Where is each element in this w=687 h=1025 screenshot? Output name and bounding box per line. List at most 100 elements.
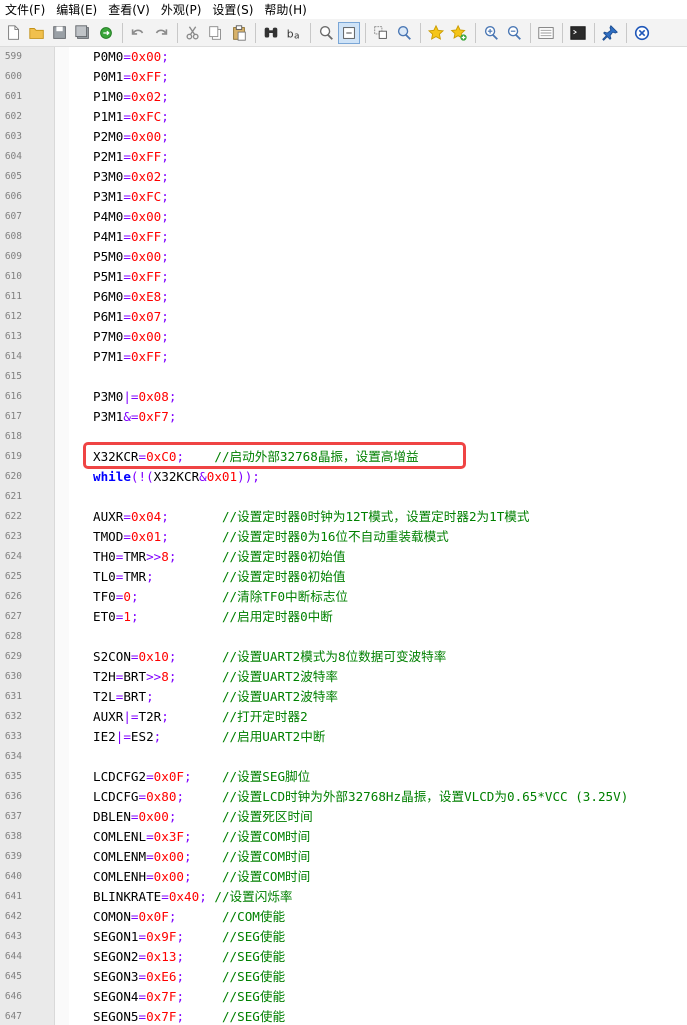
code-line[interactable]: 614 P7M1=0xFF;: [0, 347, 687, 367]
redo-button[interactable]: [150, 22, 172, 44]
code-line[interactable]: 634: [0, 747, 687, 767]
console-button[interactable]: [567, 22, 589, 44]
identifier-token: P6M0: [93, 289, 124, 304]
code-line[interactable]: 636 LCDCFG=0x80; //设置LCD时钟为外部32768Hz晶振，设置…: [0, 787, 687, 807]
menu-edit[interactable]: 编辑(E): [51, 1, 103, 18]
code-line[interactable]: 607 P4M0=0x00;: [0, 207, 687, 227]
code-line[interactable]: 644 SEGON2=0x13; //SEG使能: [0, 947, 687, 967]
code-line[interactable]: 643 SEGON1=0x9F; //SEG使能: [0, 927, 687, 947]
code-line[interactable]: 629 S2CON=0x10; //设置UART2模式为8位数据可变波特率: [0, 647, 687, 667]
operator-token: =: [138, 929, 147, 944]
code-line[interactable]: 610 P5M1=0xFF;: [0, 267, 687, 287]
menu-settings[interactable]: 设置(S): [207, 1, 259, 18]
code-line[interactable]: 619 X32KCR=0xC0; //启动外部32768晶振，设置高增益: [0, 447, 687, 467]
comment-token: //设置定时器0初始值: [221, 569, 346, 584]
new-file-button[interactable]: [3, 22, 25, 44]
pin-button[interactable]: [599, 22, 621, 44]
code-line[interactable]: 617 P3M1&=0xF7;: [0, 407, 687, 427]
code-line[interactable]: 605 P3M0=0x02;: [0, 167, 687, 187]
scheme-button[interactable]: [535, 22, 557, 44]
menu-help[interactable]: 帮助(H): [259, 1, 312, 18]
menu-file[interactable]: 文件(F): [0, 1, 51, 18]
code-line[interactable]: 618: [0, 427, 687, 447]
code-line[interactable]: 638 COMLENL=0x3F; //设置COM时间: [0, 827, 687, 847]
copy-button[interactable]: [205, 22, 227, 44]
code-line[interactable]: 641 BLINKRATE=0x40; //设置闪烁率: [0, 887, 687, 907]
operator-token: ;: [168, 389, 177, 404]
code-line[interactable]: 621: [0, 487, 687, 507]
identifier-token: SEGON2: [93, 949, 139, 964]
code-text: P5M1=0xFF;: [93, 267, 169, 287]
code-line[interactable]: 627 ET0=1; //启用定时器0中断: [0, 607, 687, 627]
comment-token: //设置闪烁率: [214, 889, 293, 904]
code-line[interactable]: 615: [0, 367, 687, 387]
code-line[interactable]: 642 COMON=0x0F; //COM使能: [0, 907, 687, 927]
reload-button[interactable]: [95, 22, 117, 44]
save-all-button[interactable]: [72, 22, 94, 44]
code-line[interactable]: 611 P6M0=0xE8;: [0, 287, 687, 307]
code-line[interactable]: 624 TH0=TMR>>8; //设置定时器0初始值: [0, 547, 687, 567]
code-line[interactable]: 602 P1M1=0xFC;: [0, 107, 687, 127]
operator-token: ;: [161, 309, 169, 324]
code-line[interactable]: 613 P7M0=0x00;: [0, 327, 687, 347]
identifier-token: COMLENL: [93, 829, 147, 844]
code-line[interactable]: 625 TL0=TMR; //设置定时器0初始值: [0, 567, 687, 587]
undo-button[interactable]: [127, 22, 149, 44]
close-circle-button[interactable]: [631, 22, 653, 44]
code-line[interactable]: 600 P0M1=0xFF;: [0, 67, 687, 87]
find-in-files-button[interactable]: [315, 22, 337, 44]
bookmark-add-button[interactable]: [448, 22, 470, 44]
code-line[interactable]: 606 P3M1=0xFC;: [0, 187, 687, 207]
code-line[interactable]: 628: [0, 627, 687, 647]
bookmark-star-button[interactable]: [425, 22, 447, 44]
code-line[interactable]: 630 T2H=BRT>>8; //设置UART2波特率: [0, 667, 687, 687]
code-editor[interactable]: 599 P0M0=0x00; 600 P0M1=0xFF; 601 P1M0=0x02; 6…: [0, 47, 687, 1025]
menu-view[interactable]: 查看(V): [103, 1, 156, 18]
code-line[interactable]: 633 IE2|=ES2; //启用UART2中断: [0, 727, 687, 747]
code-line[interactable]: 647 SEGON5=0x7F; //SEG使能: [0, 1007, 687, 1025]
operator-token: ;: [176, 449, 185, 464]
code-line[interactable]: 616 P3M0|=0x08;: [0, 387, 687, 407]
word-wrap-button[interactable]: [338, 21, 360, 44]
number-token: 0xC0: [146, 449, 177, 464]
code-line[interactable]: 609 P5M0=0x00;: [0, 247, 687, 267]
code-text: AUXR|=T2R; //打开定时器2: [93, 707, 308, 727]
save-button[interactable]: [49, 22, 71, 44]
code-line[interactable]: 632 AUXR|=T2R; //打开定时器2: [0, 707, 687, 727]
code-line[interactable]: 646 SEGON4=0x7F; //SEG使能: [0, 987, 687, 1007]
code-line[interactable]: 601 P1M0=0x02;: [0, 87, 687, 107]
code-line[interactable]: 612 P6M1=0x07;: [0, 307, 687, 327]
open-folder-button[interactable]: [26, 22, 48, 44]
code-line[interactable]: 626 TF0=0; //清除TF0中断标志位: [0, 587, 687, 607]
line-number: 624: [4, 551, 22, 562]
select-block-button[interactable]: [370, 22, 392, 44]
menu-appearance[interactable]: 外观(P): [156, 1, 208, 18]
cut-button[interactable]: [182, 22, 204, 44]
zoom-find-button[interactable]: [393, 22, 415, 44]
replace-button[interactable]: ba: [283, 22, 305, 44]
number-token: 0xE6: [146, 969, 177, 984]
operator-token: ;: [161, 109, 169, 124]
code-line[interactable]: 603 P2M0=0x00;: [0, 127, 687, 147]
code-line[interactable]: 639 COMLENM=0x00; //设置COM时间: [0, 847, 687, 867]
code-line[interactable]: 620 while(!(X32KCR&0x01));: [0, 467, 687, 487]
number-token: 0x40: [168, 889, 200, 904]
code-line[interactable]: 608 P4M1=0xFF;: [0, 227, 687, 247]
code-line[interactable]: 604 P2M1=0xFF;: [0, 147, 687, 167]
code-line[interactable]: 640 COMLENH=0x00; //设置COM时间: [0, 867, 687, 887]
code-line[interactable]: 599 P0M0=0x00;: [0, 47, 687, 67]
code-line[interactable]: 623 TMOD=0x01; //设置定时器0为16位不自动重装载模式: [0, 527, 687, 547]
code-line[interactable]: 637 DBLEN=0x00; //设置死区时间: [0, 807, 687, 827]
code-line[interactable]: 622 AUXR=0x04; //设置定时器0时钟为12T模式，设置定时器2为1T…: [0, 507, 687, 527]
code-text: ET0=1; //启用定时器0中断: [93, 607, 333, 627]
find-button[interactable]: [260, 22, 282, 44]
zoom-out-button[interactable]: [503, 22, 525, 44]
code-line[interactable]: 635 LCDCFG2=0x0F; //设置SEG脚位: [0, 767, 687, 787]
code-line[interactable]: 631 T2L=BRT; //设置UART2波特率: [0, 687, 687, 707]
code-line[interactable]: 645 SEGON3=0xE6; //SEG使能: [0, 967, 687, 987]
zoom-in-button[interactable]: [480, 22, 502, 44]
code-text: TF0=0; //清除TF0中断标志位: [93, 587, 348, 607]
paste-button[interactable]: [228, 22, 250, 44]
line-number: 618: [4, 431, 22, 442]
